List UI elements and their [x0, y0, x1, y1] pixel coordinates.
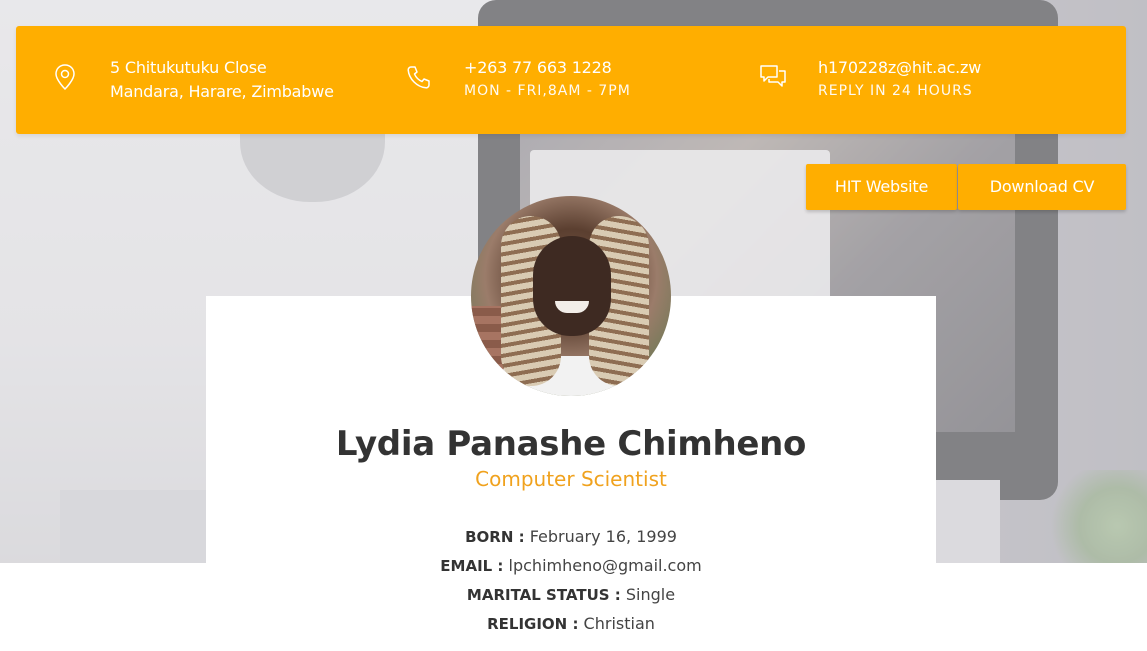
- reply-time: REPLY IN 24 HOURS: [818, 83, 973, 99]
- religion-label: RELIGION :: [487, 615, 579, 633]
- contact-address: 5 Chitukutuku Close Mandara, Harare, Zim…: [50, 56, 334, 104]
- avatar-face: [533, 236, 611, 336]
- hit-website-button[interactable]: HIT Website: [806, 164, 957, 210]
- avatar: [471, 196, 671, 396]
- chat-icon: [760, 65, 786, 87]
- contact-bar: 5 Chitukutuku Close Mandara, Harare, Zim…: [16, 26, 1126, 134]
- download-cv-button[interactable]: Download CV: [958, 164, 1126, 210]
- profile-name: Lydia Panashe Chimheno: [335, 424, 807, 464]
- email-address[interactable]: h170228z@hit.ac.zw: [818, 56, 981, 80]
- phone-icon: [407, 66, 430, 89]
- email-label: EMAIL :: [440, 557, 504, 575]
- phone-number[interactable]: +263 77 663 1228: [464, 56, 631, 80]
- phone-text: +263 77 663 1228 MON - FRI,8AM - 7PM: [464, 56, 631, 102]
- info-born: BORN : February 16, 1999: [206, 527, 936, 546]
- email-text: h170228z@hit.ac.zw REPLY IN 24 HOURS: [818, 56, 981, 102]
- info-email: EMAIL : lpchimheno@gmail.com: [206, 556, 936, 575]
- location-pin-icon: [55, 64, 75, 91]
- profile-role: Computer Scientist: [475, 467, 667, 491]
- marital-value: Single: [625, 585, 676, 604]
- info-religion: RELIGION : Christian: [206, 614, 936, 633]
- contact-email: h170228z@hit.ac.zw REPLY IN 24 HOURS: [758, 56, 981, 102]
- info-marital-status: MARITAL STATUS : Single: [206, 585, 936, 604]
- address-text: 5 Chitukutuku Close Mandara, Harare, Zim…: [110, 56, 334, 104]
- office-hours: MON - FRI,8AM - 7PM: [464, 83, 631, 99]
- religion-value: Christian: [583, 614, 655, 633]
- email-value[interactable]: lpchimheno@gmail.com: [509, 556, 702, 575]
- address-line2: Mandara, Harare, Zimbabwe: [110, 82, 334, 101]
- born-label: BORN :: [465, 528, 525, 546]
- marital-label: MARITAL STATUS :: [466, 586, 621, 604]
- born-value: February 16, 1999: [529, 527, 677, 546]
- address-line1: 5 Chitukutuku Close: [110, 58, 267, 77]
- contact-phone: +263 77 663 1228 MON - FRI,8AM - 7PM: [404, 56, 631, 102]
